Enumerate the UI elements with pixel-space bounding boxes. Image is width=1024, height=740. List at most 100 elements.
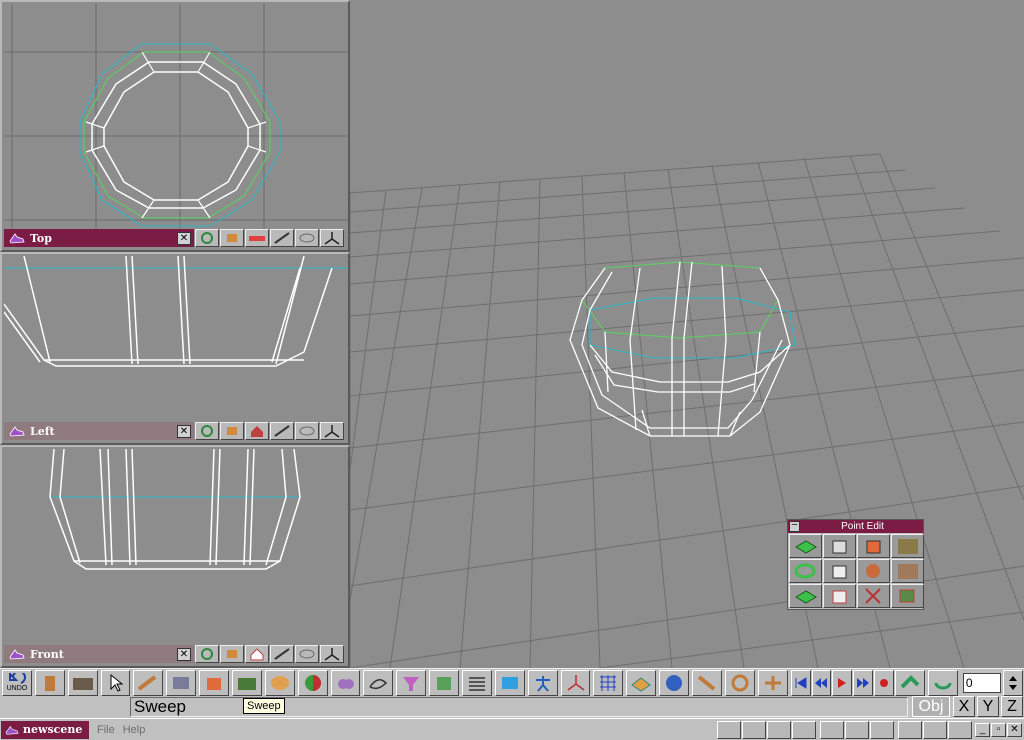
tool-shortcut-3[interactable] [767,720,791,739]
next-frame-button[interactable] [853,669,874,696]
tool-shortcut-5[interactable] [820,720,844,739]
y-axis-button[interactable]: Y [977,696,999,717]
3d-view-tool[interactable] [659,669,690,696]
close-view-button[interactable]: ✕ [177,424,191,438]
select-points-button[interactable] [789,534,822,558]
left-viewport-canvas[interactable] [4,256,348,424]
box-tool[interactable] [67,669,98,696]
prev-frame-button[interactable] [811,669,832,696]
top-viewport[interactable]: Top ✕ [0,0,350,252]
x-axis-button[interactable]: X [953,696,975,717]
loop-tool[interactable] [928,669,958,696]
play-button[interactable] [832,669,853,696]
cylinder-tool[interactable] [34,669,65,696]
move-view-button[interactable] [220,229,244,247]
sphere-tool[interactable] [264,669,295,696]
blob-tool[interactable] [330,669,361,696]
minimize-button[interactable]: _ [975,722,990,737]
cube-edit-button[interactable] [857,534,890,558]
terrain-map-tool[interactable] [626,669,657,696]
minimize-palette-button[interactable]: – [789,520,800,532]
render-mode-button[interactable] [245,645,269,663]
axes-view-button[interactable] [320,645,344,663]
color-sphere-tool[interactable] [297,669,328,696]
tool-shortcut-1[interactable] [717,720,741,739]
loop-select-button[interactable] [789,559,822,583]
rotate-view-button[interactable] [195,422,219,440]
grid-view-button[interactable] [295,229,319,247]
front-viewport-canvas[interactable] [4,449,348,645]
deform-tool[interactable] [429,669,460,696]
terrain-tool[interactable] [232,669,262,696]
left-viewport[interactable]: Left ✕ [0,252,350,445]
zoom-view-button[interactable] [270,422,294,440]
flatten-button[interactable] [789,584,822,608]
tool-shortcut-7[interactable] [870,720,894,739]
keyframe-tool[interactable] [895,669,926,696]
sweep-tool[interactable] [692,669,722,696]
select-tool[interactable] [100,669,131,696]
texture-button[interactable] [891,534,924,558]
axes-tool[interactable] [560,669,591,696]
record-button[interactable] [874,669,895,696]
frame-stepper[interactable] [1002,669,1023,696]
first-frame-button[interactable] [790,669,811,696]
move-tool[interactable] [133,669,164,696]
zoom-view-button[interactable] [270,645,294,663]
grid-view-button[interactable] [295,422,319,440]
tool-shortcut-4[interactable] [792,720,816,739]
axes-view-button[interactable] [320,422,344,440]
tool-shortcut-6[interactable] [845,720,869,739]
view-title-bar[interactable]: Top ✕ [4,229,194,247]
lathe-tool[interactable] [396,669,427,696]
scale-tool[interactable] [757,669,788,696]
close-button[interactable]: ✕ [1007,722,1022,737]
rotate-view-button[interactable] [195,645,219,663]
tool-shortcut-8[interactable] [898,720,922,739]
extrude-button[interactable] [823,584,856,608]
spline-tool[interactable] [363,669,394,696]
move-view-button[interactable] [220,645,244,663]
undo-button[interactable]: UNDO [2,669,32,696]
close-view-button[interactable]: ✕ [177,231,191,245]
render-mode-button[interactable] [245,229,269,247]
zoom-view-button[interactable] [270,229,294,247]
view-title-bar[interactable]: Left ✕ [4,422,194,440]
figure-tool[interactable] [527,669,558,696]
point-edit-palette[interactable]: – Point Edit [787,519,924,610]
tool-shortcut-10[interactable] [948,720,972,739]
top-viewport-canvas[interactable] [4,4,348,232]
weld-button[interactable] [891,584,924,608]
close-view-button[interactable]: ✕ [177,647,191,661]
frame-number-input[interactable] [962,672,1001,693]
delete-points-button[interactable] [857,584,890,608]
z-axis-button[interactable]: Z [1001,696,1023,717]
grid-view-button[interactable] [295,645,319,663]
front-viewport[interactable]: Front ✕ [0,445,350,668]
file-menu[interactable]: File [97,724,115,736]
rotate-icon [201,232,213,244]
grid-tool[interactable] [593,669,624,696]
smooth-button[interactable] [891,559,924,583]
axes-view-button[interactable] [320,229,344,247]
tool-shortcut-9[interactable] [923,720,947,739]
plane-tool[interactable] [166,669,197,696]
point-edit-titlebar[interactable]: – Point Edit [788,520,923,533]
rotate-tool[interactable] [724,669,755,696]
list-tool[interactable] [462,669,492,696]
face-select-button[interactable] [823,559,856,583]
restore-button[interactable]: ▫ [991,722,1006,737]
rotate-view-button[interactable] [195,229,219,247]
cube-tool[interactable] [199,669,230,696]
object-mode-button[interactable]: Obj [912,696,950,717]
scene-title-bar[interactable]: newscene [1,720,89,739]
magnet-button[interactable] [857,559,890,583]
grid-icon [299,649,315,659]
render-mode-button[interactable] [245,422,269,440]
tool-shortcut-2[interactable] [742,720,766,739]
water-tool[interactable] [494,669,525,696]
view-title-bar[interactable]: Front ✕ [4,645,194,663]
cube-points-button[interactable] [823,534,856,558]
move-view-button[interactable] [220,422,244,440]
help-menu[interactable]: Help [123,724,146,736]
